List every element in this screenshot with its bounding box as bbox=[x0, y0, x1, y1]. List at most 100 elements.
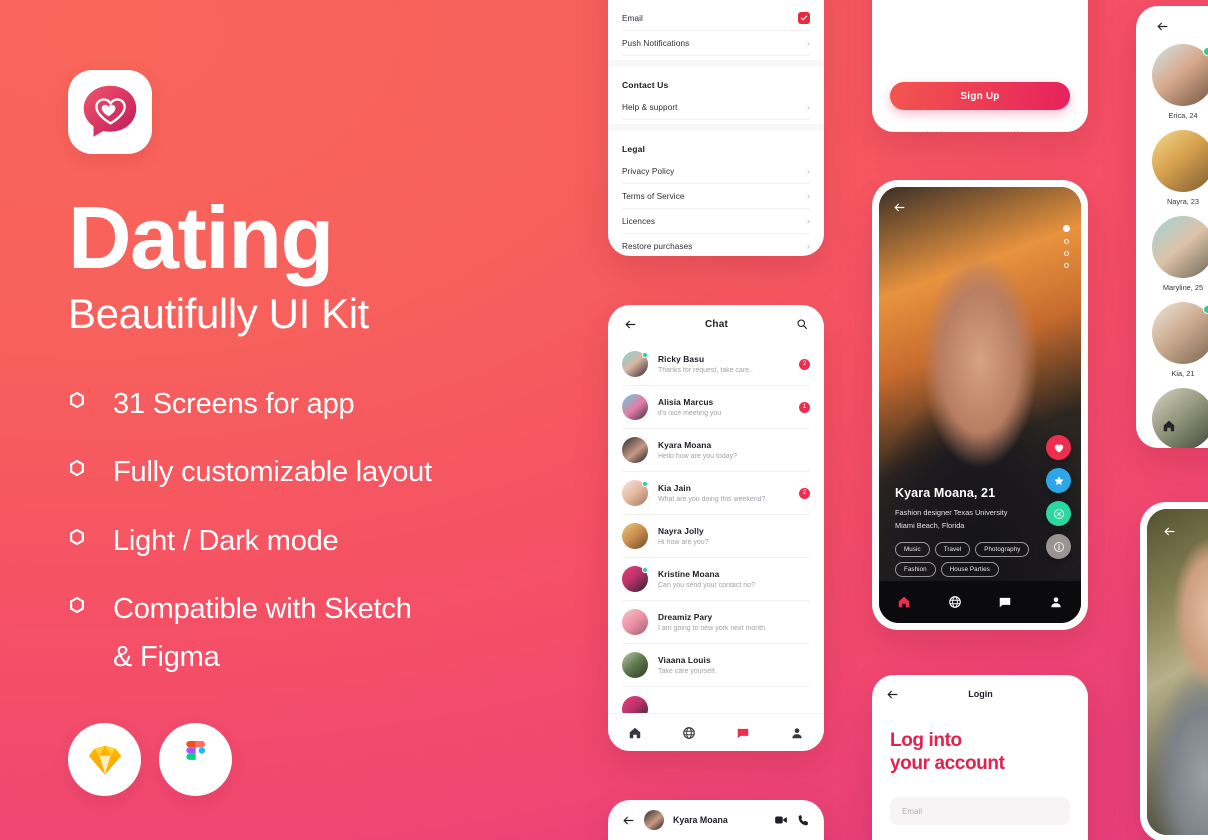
avatar bbox=[644, 810, 664, 830]
settings-row-label: Licences bbox=[622, 216, 656, 226]
list-item[interactable]: Kyara Moana Hello how are you today? bbox=[622, 429, 810, 472]
chevron-right-icon: › bbox=[806, 37, 810, 48]
profile-photo bbox=[1147, 509, 1208, 835]
globe-icon[interactable] bbox=[948, 595, 962, 609]
chat-icon[interactable] bbox=[998, 595, 1012, 609]
photo-dot[interactable] bbox=[1064, 239, 1069, 244]
list-item[interactable]: Ricky Basu Thanks for request, take care… bbox=[622, 343, 810, 386]
contact-name: Kia Jain bbox=[658, 483, 691, 493]
email-field[interactable]: Email bbox=[890, 797, 1070, 826]
interest-tag[interactable]: House Parties bbox=[940, 562, 999, 577]
settings-row-email[interactable]: Email bbox=[622, 6, 810, 31]
chat-heart-logo-icon bbox=[83, 85, 137, 137]
list-item[interactable]: Kia Jain What are you doing this weekend… bbox=[622, 472, 810, 515]
settings-row-terms-of-service[interactable]: Terms of Service › bbox=[622, 184, 810, 209]
home-icon[interactable] bbox=[628, 726, 642, 740]
login-screen-title: Login bbox=[968, 689, 993, 699]
interest-tag[interactable]: Music bbox=[895, 542, 930, 557]
avatar bbox=[1152, 216, 1208, 278]
message-preview: Take care yourself. bbox=[658, 668, 717, 675]
photo-dot[interactable] bbox=[1064, 251, 1069, 256]
people-list: Erica, 24 Nayra, 23 Maryline, 25 Kia, 21 bbox=[1136, 44, 1208, 448]
list-item[interactable]: Dreamiz Pary I am going to new york next… bbox=[622, 601, 810, 644]
profile-action-buttons bbox=[1046, 435, 1071, 559]
check-icon bbox=[800, 15, 808, 21]
person-icon[interactable] bbox=[1049, 595, 1063, 609]
back-arrow-icon[interactable] bbox=[624, 318, 637, 331]
avatar bbox=[1152, 130, 1208, 192]
home-nav-button[interactable] bbox=[1162, 419, 1176, 438]
contact-name: Kyara Moana bbox=[658, 440, 712, 450]
list-item: Light / Dark mode bbox=[68, 518, 568, 566]
person-label: Maryline, 25 bbox=[1162, 283, 1204, 292]
settings-row-privacy-policy[interactable]: Privacy Policy › bbox=[622, 159, 810, 184]
hexagon-bullet-icon bbox=[70, 459, 84, 477]
list-item[interactable]: Viaana Louis Take care yourself. bbox=[622, 644, 810, 687]
interest-tag[interactable]: Fashion bbox=[895, 562, 936, 577]
back-arrow-icon[interactable] bbox=[1156, 20, 1169, 33]
settings-row-restore-purchases[interactable]: Restore purchases › bbox=[622, 234, 810, 256]
online-dot bbox=[642, 481, 648, 487]
page-subtitle: Beautifully UI Kit bbox=[68, 290, 369, 338]
message-preview: it's nice meeting you bbox=[658, 410, 722, 417]
list-item[interactable]: Nayra, 23 bbox=[1152, 130, 1208, 206]
hexagon-bullet-icon bbox=[70, 391, 84, 408]
list-item[interactable]: Maryline, 25 bbox=[1152, 216, 1208, 292]
settings-row-licences[interactable]: Licences › bbox=[622, 209, 810, 234]
tool-compatibility-icons bbox=[68, 723, 568, 797]
video-call-icon[interactable] bbox=[774, 813, 788, 827]
list-item[interactable]: Alisia Marcus it's nice meeting you 1 bbox=[622, 386, 810, 429]
chat-list-screen-card: Chat Ricky Basu Thanks for request, take… bbox=[608, 305, 824, 751]
photo-dot[interactable] bbox=[1064, 263, 1069, 268]
avatar bbox=[1152, 388, 1208, 448]
contact-name: Alisia Marcus bbox=[658, 397, 714, 407]
photo-dot-active[interactable] bbox=[1063, 225, 1070, 232]
settings-row-push-notifications[interactable]: Push Notifications › bbox=[622, 31, 810, 56]
photo-pagination-dots bbox=[1063, 225, 1070, 268]
superlike-star-button[interactable] bbox=[1046, 468, 1071, 493]
back-arrow-icon[interactable] bbox=[893, 201, 906, 214]
avatar bbox=[622, 437, 648, 463]
list-item[interactable]: Kristine Moana Can you send your contact… bbox=[622, 558, 810, 601]
signup-button[interactable]: Sign Up bbox=[890, 82, 1070, 110]
info-button[interactable] bbox=[1046, 534, 1071, 559]
message-preview: I am going to new york next month. bbox=[658, 625, 767, 632]
profile-card-screen: Kyara Moana, 21 Fashion designer Texas U… bbox=[872, 180, 1088, 630]
message-preview: Hello how are you today? bbox=[658, 453, 737, 460]
message-preview: Thanks for request, take care.. bbox=[658, 367, 753, 374]
avatar bbox=[622, 480, 648, 506]
phone-call-icon[interactable] bbox=[797, 814, 810, 827]
contact-name: Ricky Basu bbox=[658, 354, 705, 364]
conversation-list: Ricky Basu Thanks for request, take care… bbox=[608, 343, 824, 730]
feature-label: Light / Dark mode bbox=[113, 524, 339, 557]
heart-icon bbox=[1054, 444, 1063, 452]
close-icon bbox=[1053, 508, 1064, 519]
like-heart-button[interactable] bbox=[1046, 435, 1071, 460]
home-icon bbox=[1163, 420, 1175, 432]
interest-tag[interactable]: Photography bbox=[975, 542, 1030, 557]
globe-icon[interactable] bbox=[682, 726, 696, 740]
list-item[interactable]: Erica, 24 bbox=[1152, 44, 1208, 120]
avatar bbox=[622, 394, 648, 420]
contact-name: Nayra Jolly bbox=[658, 526, 704, 536]
back-arrow-icon[interactable] bbox=[1163, 525, 1176, 538]
chat-icon[interactable] bbox=[736, 726, 750, 740]
bottom-navigation bbox=[879, 581, 1081, 623]
back-arrow-icon[interactable] bbox=[622, 814, 635, 827]
list-item[interactable]: Nayra Jolly Hi how are you? bbox=[622, 515, 810, 558]
search-icon[interactable] bbox=[796, 318, 808, 330]
person-label: Kia, 21 bbox=[1171, 369, 1195, 378]
settings-list: Email Push Notifications › Contact Us He… bbox=[608, 0, 824, 256]
email-checkbox[interactable] bbox=[798, 12, 810, 24]
people-list-screen-card: Erica, 24 Nayra, 23 Maryline, 25 Kia, 21 bbox=[1136, 6, 1208, 448]
dismiss-close-button[interactable] bbox=[1046, 501, 1071, 526]
contact-name bbox=[658, 704, 810, 714]
person-icon[interactable] bbox=[790, 726, 804, 740]
list-item[interactable] bbox=[1152, 388, 1208, 448]
signup-screen-card: Sign Up by Sign up you are agree with ou… bbox=[872, 0, 1088, 132]
online-dot bbox=[1203, 305, 1208, 314]
list-item[interactable]: Kia, 21 bbox=[1152, 302, 1208, 378]
settings-row-help-support[interactable]: Help & support › bbox=[622, 95, 810, 120]
interest-tag[interactable]: Travel bbox=[934, 542, 971, 557]
home-icon[interactable] bbox=[897, 595, 911, 609]
